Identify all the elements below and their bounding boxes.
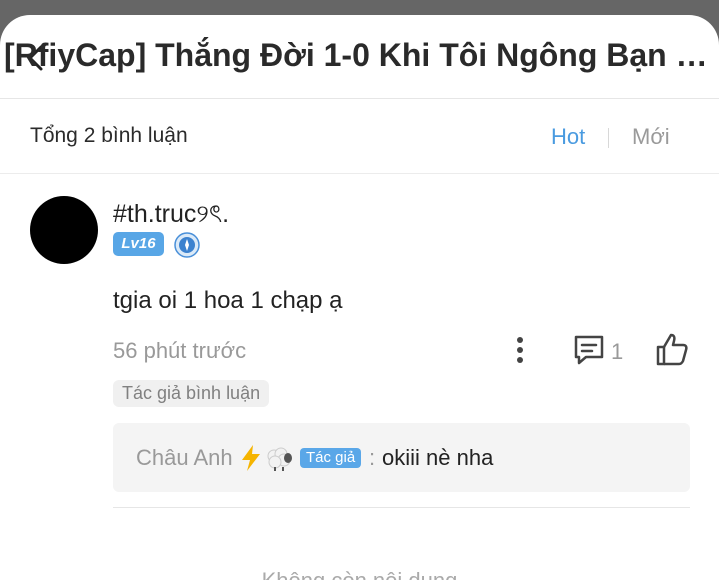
reply-text: okiii nè nha [382,445,494,470]
lightning-icon [242,445,260,471]
reply-count[interactable]: 1 [611,339,623,365]
end-of-content-text: Không còn nội dung [0,568,719,580]
comment-count-label: Tổng 2 bình luận [30,124,188,147]
reply-icon[interactable] [572,333,606,367]
medal-icon [174,232,200,258]
comment-timestamp: 56 phút trước [113,338,247,363]
author-badge: Tác giả [300,448,362,468]
reply-separator: : [369,445,376,470]
comment-username[interactable]: #th.truc୨ৎ. [113,194,229,237]
sheep-icon [267,447,292,471]
level-badge: Lv16 [113,232,164,256]
more-options-icon[interactable] [510,333,530,367]
header: [RfiyCap] Thắng Đời 1-0 Khi Tôi Ngông Bạ… [0,15,719,99]
reply-author-name: Châu Anh [136,445,233,470]
avatar[interactable] [30,196,98,264]
comments-sheet: [RfiyCap] Thắng Đời 1-0 Khi Tôi Ngông Bạ… [0,15,719,580]
comment-text: tgia oi 1 hoa 1 chạp ạ [113,287,343,314]
comments-count-bar: Tổng 2 bình luận Hot Mới [0,100,719,174]
page-title: [RfiyCap] Thắng Đời 1-0 Khi Tôi Ngông Bạ… [4,37,718,73]
like-icon[interactable] [655,331,689,367]
reply-preview[interactable]: Châu Anh Tác giả : okiii nè nha [113,423,690,492]
sort-divider [608,128,609,148]
sort-new-tab[interactable]: Mới [632,124,670,150]
divider [113,507,690,508]
sort-hot-tab[interactable]: Hot [551,124,585,150]
author-replied-badge: Tác giả bình luận [113,380,270,407]
